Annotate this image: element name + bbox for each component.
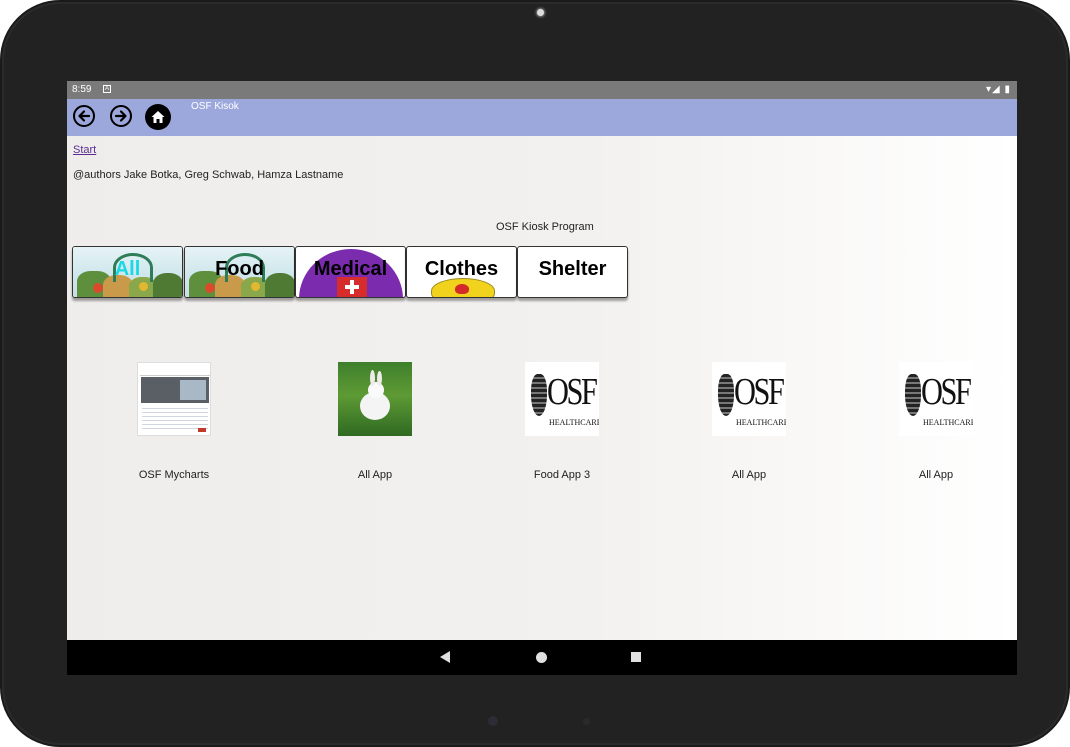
osf-logo-thumbnail: OSF HEALTHCARE xyxy=(712,362,786,436)
category-food-button[interactable]: Food xyxy=(184,246,295,298)
arrow-left-circle-icon xyxy=(78,110,91,122)
app-title: OSF Kisok xyxy=(191,101,239,112)
category-medical-button[interactable]: Medical xyxy=(295,246,406,298)
start-link[interactable]: Start xyxy=(73,144,96,156)
category-clothes-button[interactable]: Clothes xyxy=(406,246,517,298)
category-label: Shelter xyxy=(538,258,607,280)
mychart-thumbnail xyxy=(137,362,211,436)
forward-button[interactable] xyxy=(110,105,132,127)
front-camera xyxy=(537,9,544,16)
app-screen: 8:59 A ▾◢ ▮ OSF Kisok Start @authors Jak… xyxy=(67,81,1017,675)
app-name: OSF Mycharts xyxy=(138,469,210,481)
nav-home-icon[interactable] xyxy=(536,652,547,663)
app-tile-all-app-3[interactable]: OSF HEALTHCARE All App xyxy=(896,362,976,481)
app-tile-rabbit[interactable]: All App xyxy=(335,362,415,481)
heart-icon xyxy=(455,284,469,294)
osf-logo-thumbnail: OSF HEALTHCARE xyxy=(899,362,973,436)
notification-icon: A xyxy=(103,85,111,93)
osf-logo-thumbnail: OSF HEALTHCARE xyxy=(525,362,599,436)
app-tile-all-app-2[interactable]: OSF HEALTHCARE All App xyxy=(709,362,789,481)
authors-text: @authors Jake Botka, Greg Schwab, Hamza … xyxy=(73,169,344,181)
android-nav-bar xyxy=(67,640,1017,675)
program-title: OSF Kiosk Program xyxy=(496,221,594,233)
category-label: All xyxy=(114,258,141,280)
app-name: Food App 3 xyxy=(533,469,591,481)
app-name: All App xyxy=(918,469,954,481)
app-tile-mychart[interactable]: OSF Mycharts xyxy=(134,362,214,481)
category-label: Food xyxy=(215,258,264,280)
app-tile-food-app-3[interactable]: OSF HEALTHCARE Food App 3 xyxy=(522,362,602,481)
rabbit-thumbnail xyxy=(338,362,412,436)
home-icon xyxy=(151,111,165,123)
status-bar: 8:59 A ▾◢ ▮ xyxy=(67,81,1017,99)
category-label: Clothes xyxy=(424,258,499,280)
bottom-sensor xyxy=(488,716,498,726)
app-name: All App xyxy=(357,469,393,481)
back-button[interactable] xyxy=(73,105,95,127)
nav-back-icon[interactable] xyxy=(440,651,450,663)
category-shelter-button[interactable]: Shelter xyxy=(517,246,628,298)
app-name: All App xyxy=(731,469,767,481)
status-time: 8:59 xyxy=(72,84,92,95)
home-button[interactable] xyxy=(145,104,171,130)
category-label: Medical xyxy=(313,258,388,280)
bottom-dot xyxy=(583,718,590,725)
app-bar: OSF Kisok xyxy=(67,99,1017,136)
arrow-right-circle-icon xyxy=(114,110,127,122)
nav-recents-icon[interactable] xyxy=(631,652,641,662)
category-all-button[interactable]: All xyxy=(72,246,183,298)
system-icons: ▾◢ ▮ xyxy=(986,84,1011,95)
